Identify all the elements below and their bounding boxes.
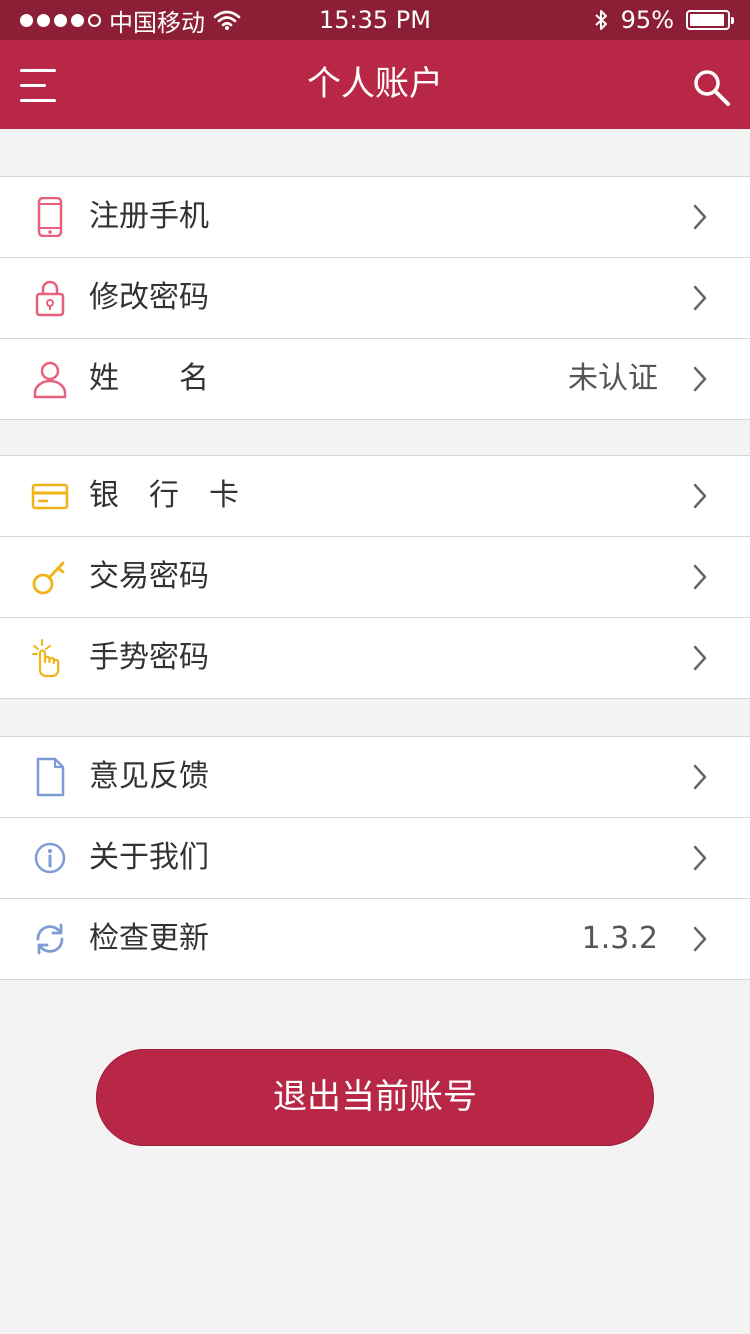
menu-item-label: 检查更新: [89, 921, 209, 956]
app-version: 1.3.2: [581, 921, 658, 956]
support-group: 意见反馈 关于我们 检查更新 1.3.2: [0, 736, 750, 980]
refresh-icon: [36, 923, 64, 955]
menu-item-label: 交易密码: [89, 559, 209, 594]
menu-item-trade-password[interactable]: 交易密码: [0, 537, 750, 618]
menu-item-label: 手势密码: [89, 640, 209, 675]
menu-item-update[interactable]: 检查更新 1.3.2: [0, 899, 750, 979]
chevron-right-icon: [693, 845, 707, 871]
menu-item-label: 姓 名: [89, 361, 209, 396]
status-bar-right: 95%: [593, 0, 734, 40]
menu-item-label: 意见反馈: [89, 759, 209, 794]
menu-item-gesture-password[interactable]: 手势密码: [0, 618, 750, 698]
menu-item-about[interactable]: 关于我们: [0, 818, 750, 899]
menu-item-phone[interactable]: 注册手机: [0, 177, 750, 258]
menu-item-bankcard[interactable]: 银 行 卡: [0, 456, 750, 537]
verification-status: 未认证: [568, 361, 658, 396]
menu-item-label: 注册手机: [89, 199, 209, 234]
search-icon[interactable]: [692, 68, 732, 108]
chevron-right-icon: [693, 366, 707, 392]
battery-icon: [686, 10, 734, 30]
chevron-right-icon: [693, 204, 707, 230]
card-icon: [31, 483, 69, 510]
document-icon: [36, 757, 65, 797]
menu-item-name[interactable]: 姓 名 未认证: [0, 339, 750, 419]
menu-item-label: 关于我们: [89, 840, 209, 875]
lock-icon: [35, 280, 65, 317]
nav-bar: 个人账户: [0, 40, 750, 129]
phone-icon: [37, 197, 63, 237]
menu-item-feedback[interactable]: 意见反馈: [0, 737, 750, 818]
menu-item-label: 修改密码: [89, 280, 209, 315]
chevron-right-icon: [693, 764, 707, 790]
info-icon: [34, 842, 66, 874]
status-bar: 中国移动 15:35 PM 95%: [0, 0, 750, 40]
chevron-right-icon: [693, 645, 707, 671]
chevron-right-icon: [693, 926, 707, 952]
chevron-right-icon: [693, 483, 707, 509]
menu-item-password[interactable]: 修改密码: [0, 258, 750, 339]
key-icon: [32, 561, 65, 595]
security-group: 银 行 卡 交易密码 手势密码: [0, 455, 750, 699]
battery-fill: [690, 14, 725, 26]
page-title: 个人账户: [307, 64, 443, 104]
gesture-icon: [32, 639, 60, 678]
bluetooth-icon: [594, 10, 607, 30]
battery-percent: 95%: [620, 6, 674, 34]
menu-item-label: 银 行 卡: [89, 478, 239, 513]
account-group: 注册手机 修改密码 姓 名 未认证: [0, 176, 750, 420]
chevron-right-icon: [693, 285, 707, 311]
user-icon: [33, 361, 67, 399]
logout-button[interactable]: 退出当前账号: [96, 1049, 654, 1146]
chevron-right-icon: [693, 564, 707, 590]
